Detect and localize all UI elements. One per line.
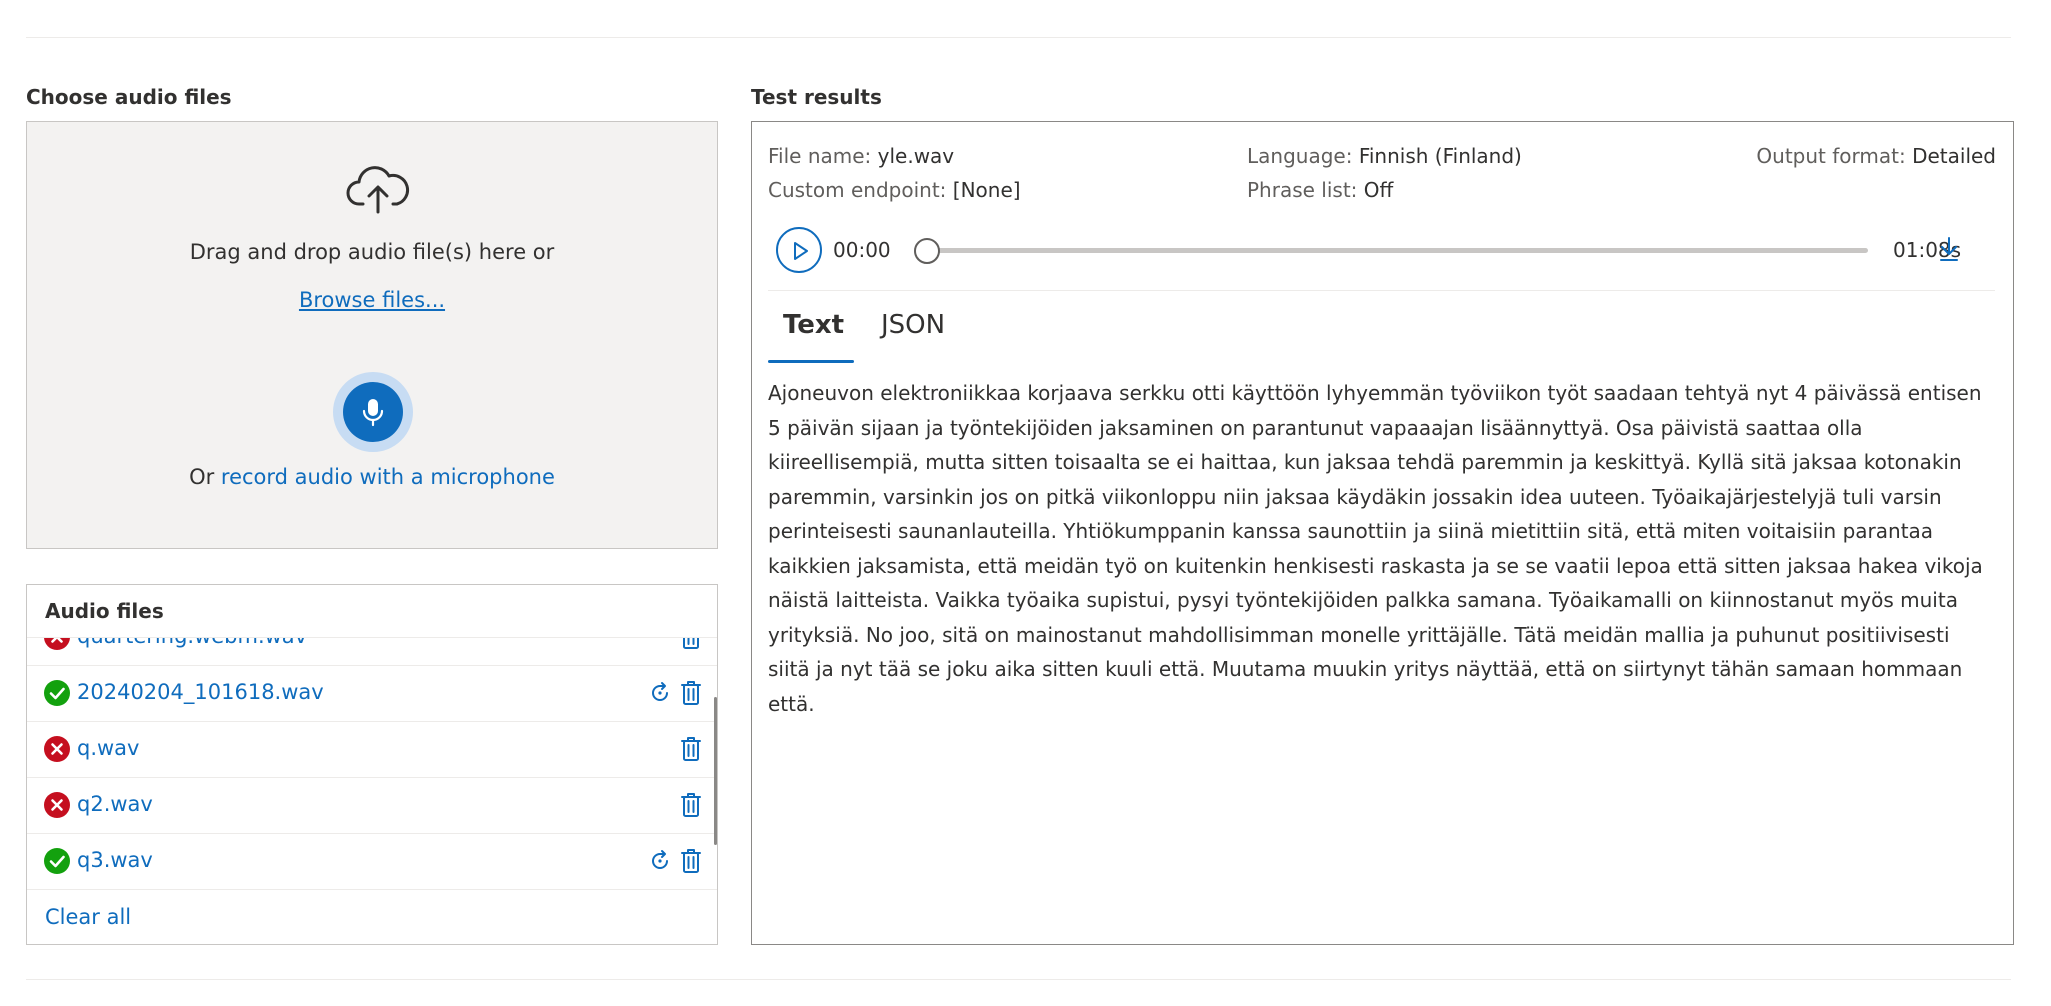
audio-file-name[interactable]: 20240204_101618.wav xyxy=(77,680,324,704)
error-status-icon xyxy=(44,736,70,762)
phrase-list-label: Phrase list: xyxy=(1247,178,1358,202)
download-icon[interactable] xyxy=(1936,235,1962,263)
phrase-list-field: Phrase list: Off xyxy=(1247,178,1393,202)
success-check-icon xyxy=(49,855,65,868)
test-results-panel: File name: yle.wav Language: Finnish (Fi… xyxy=(751,121,2014,945)
play-icon xyxy=(794,242,808,260)
microphone-button[interactable] xyxy=(343,382,403,442)
trash-icon[interactable] xyxy=(679,791,703,819)
file-name-field: File name: yle.wav xyxy=(768,144,954,168)
trash-icon[interactable] xyxy=(679,847,703,875)
drag-drop-text: Drag and drop audio file(s) here or xyxy=(189,240,555,264)
seek-handle[interactable] xyxy=(914,238,940,264)
audio-file-name[interactable]: quartering.webm.wav xyxy=(77,638,307,648)
audio-file-row[interactable]: q3.wav xyxy=(27,834,717,890)
top-divider xyxy=(26,37,2011,38)
error-status-icon xyxy=(44,638,70,650)
audio-player: 00:00 01:08s xyxy=(776,227,1996,277)
success-status-icon xyxy=(44,848,70,874)
custom-endpoint-field: Custom endpoint: [None] xyxy=(768,178,1021,202)
retry-icon[interactable] xyxy=(647,680,673,706)
audio-file-name[interactable]: q.wav xyxy=(77,736,139,760)
microphone-button-ring xyxy=(333,372,413,452)
error-x-icon xyxy=(51,799,63,811)
record-prefix: Or xyxy=(189,465,221,489)
tab-json[interactable]: JSON xyxy=(881,310,945,340)
microphone-icon xyxy=(362,399,384,427)
clear-all-button[interactable]: Clear all xyxy=(45,905,131,929)
audio-files-title: Audio files xyxy=(45,599,164,623)
retry-icon[interactable] xyxy=(647,848,673,874)
custom-endpoint-value: [None] xyxy=(952,178,1021,202)
audio-file-name[interactable]: q3.wav xyxy=(77,848,153,872)
upload-dropzone[interactable]: Drag and drop audio file(s) here or Brow… xyxy=(26,121,718,549)
trash-icon[interactable] xyxy=(679,638,703,651)
file-name-value: yle.wav xyxy=(877,144,955,168)
choose-audio-title: Choose audio files xyxy=(26,85,232,109)
audio-file-row[interactable]: q2.wav xyxy=(27,778,717,834)
seek-track[interactable] xyxy=(926,248,1868,253)
output-format-value: Detailed xyxy=(1912,144,1996,168)
error-x-icon xyxy=(51,743,63,755)
audio-files-panel: Audio files quartering.webm.wav 20240204_… xyxy=(26,584,718,945)
transcript-text: Ajoneuvon elektroniikkaa korjaava serkku… xyxy=(768,381,1983,716)
file-name-label: File name: xyxy=(768,144,872,168)
audio-file-row[interactable]: quartering.webm.wav xyxy=(27,638,717,666)
cloud-upload-icon xyxy=(346,166,410,214)
play-button[interactable] xyxy=(776,227,822,273)
record-audio-line: Or record audio with a microphone xyxy=(27,465,717,489)
trash-icon[interactable] xyxy=(679,735,703,763)
audio-file-row[interactable]: 20240204_101618.wav xyxy=(27,666,717,722)
test-results-title: Test results xyxy=(751,85,882,109)
success-status-icon xyxy=(44,680,70,706)
trash-icon[interactable] xyxy=(679,679,703,707)
error-x-icon xyxy=(51,638,63,643)
language-value: Finnish (Finland) xyxy=(1358,144,1522,168)
record-audio-link[interactable]: record audio with a microphone xyxy=(221,465,555,489)
phrase-list-value: Off xyxy=(1363,178,1394,202)
success-check-icon xyxy=(49,687,65,700)
language-field: Language: Finnish (Finland) xyxy=(1247,144,1522,168)
browse-files-link[interactable]: Browse files... xyxy=(27,288,717,312)
audio-file-row[interactable]: q.wav xyxy=(27,722,717,778)
current-time: 00:00 xyxy=(833,238,891,262)
audio-files-list[interactable]: quartering.webm.wav 20240204_101618.wav q.… xyxy=(27,637,717,893)
language-label: Language: xyxy=(1247,144,1353,168)
audio-files-scrollbar[interactable] xyxy=(714,697,717,845)
output-format-label: Output format: xyxy=(1756,144,1906,168)
custom-endpoint-label: Custom endpoint: xyxy=(768,178,947,202)
active-tab-indicator xyxy=(768,360,854,363)
tab-text[interactable]: Text xyxy=(783,310,844,340)
error-status-icon xyxy=(44,792,70,818)
player-divider xyxy=(768,290,1995,291)
output-format-field: Output format: Detailed xyxy=(1756,144,1996,168)
bottom-divider xyxy=(26,979,2011,980)
audio-file-name[interactable]: q2.wav xyxy=(77,792,153,816)
